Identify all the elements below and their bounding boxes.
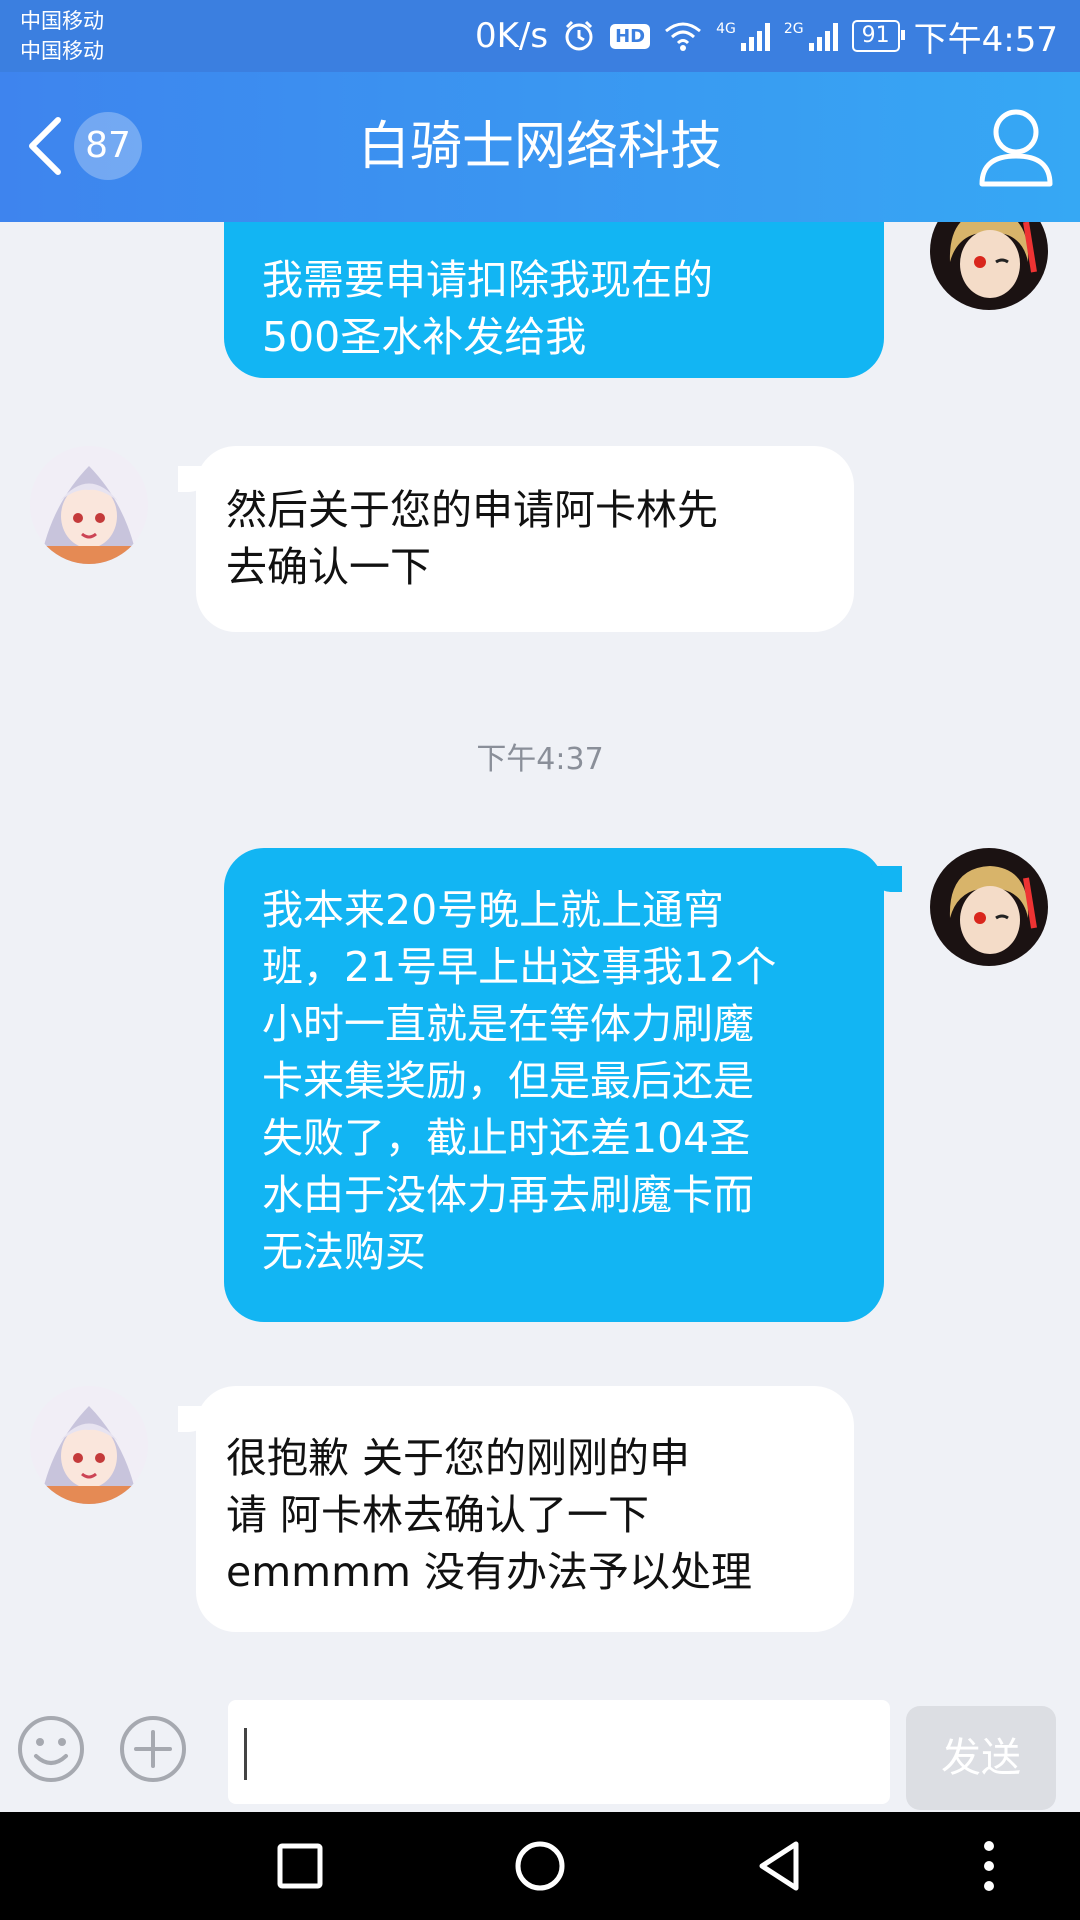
status-bar: 中国移动 中国移动 0K/s HD 4G 2G 91 下午4:57: [0, 0, 1080, 72]
clock: 下午4:57: [913, 19, 1058, 60]
message-line: 卡来集奖励，但是最后还是: [262, 1057, 754, 1105]
net-4g-label: 4G: [716, 21, 736, 37]
alarm-icon: [565, 20, 593, 51]
message-line: 班，21号早上出这事我12个: [262, 943, 777, 991]
signal-4g-icon: 4G: [716, 21, 770, 51]
self-avatar[interactable]: [930, 222, 1048, 310]
status-indicators: 0K/s HD 4G 2G 91 下午4:57: [475, 0, 1058, 72]
page-title: 白骑士网络科技: [357, 117, 722, 177]
message-line: emmmm 没有办法予以处理: [226, 1548, 753, 1596]
message-line: 失败了，截止时还差104圣: [262, 1114, 751, 1162]
system-nav-bar: [0, 1812, 1080, 1920]
message-line: 水由于没体力再去刷魔卡而: [262, 1171, 754, 1219]
self-avatar[interactable]: [930, 848, 1048, 966]
net-2g-label: 2G: [783, 21, 804, 37]
message-list: 我需要申请扣除我现在的 500圣水补发给我 然后关于您的申请阿卡林先 去确认一下: [0, 222, 1080, 1692]
smiley-icon[interactable]: [16, 1714, 86, 1784]
carrier-info: 中国移动 中国移动: [20, 6, 104, 66]
message-line: 去确认一下: [226, 543, 431, 591]
contact-avatar-image: [30, 446, 148, 564]
outgoing-message-bubble[interactable]: 我需要申请扣除我现在的 500圣水补发给我: [224, 222, 884, 378]
self-avatar-image: [930, 848, 1048, 966]
message-line: 我需要申请扣除我现在的: [262, 256, 713, 304]
incoming-message-bubble[interactable]: 然后关于您的申请阿卡林先 去确认一下: [196, 446, 854, 632]
net-speed: 0K/s: [474, 16, 549, 56]
square-icon[interactable]: [272, 1838, 328, 1894]
outgoing-message-bubble[interactable]: 我本来20号晚上就上通宵 班，21号早上出这事我12个 小时一直就是在等体力刷魔…: [224, 848, 884, 1322]
message-line: 小时一直就是在等体力刷魔: [262, 1000, 754, 1048]
contact-avatar[interactable]: [30, 446, 148, 564]
incoming-message-bubble[interactable]: 很抱歉 关于您的刚刚的申 请 阿卡林去确认了一下 emmmm 没有办法予以处理: [196, 1386, 854, 1632]
plus-circle-icon[interactable]: [118, 1714, 188, 1784]
message-line: 然后关于您的申请阿卡林先: [226, 486, 718, 534]
message-input[interactable]: [228, 1700, 890, 1804]
chat-header: 87 白骑士网络科技: [0, 72, 1080, 222]
contact-avatar-image: [30, 1386, 148, 1504]
timestamp: 下午4:37: [476, 742, 604, 777]
battery-icon: 91: [851, 20, 905, 52]
message-line: 请 阿卡林去确认了一下: [226, 1491, 650, 1539]
message-line: 500圣水补发给我: [262, 313, 587, 361]
message-line: 无法购买: [262, 1228, 426, 1276]
person-icon[interactable]: [978, 106, 1054, 188]
message-line: 很抱歉 关于您的刚刚的申: [226, 1434, 691, 1482]
circle-icon[interactable]: [512, 1838, 568, 1894]
contact-avatar[interactable]: [30, 1386, 148, 1504]
more-vertical-icon[interactable]: [974, 1838, 1004, 1894]
carrier-1: 中国移动: [20, 9, 104, 33]
wifi-icon: [665, 22, 702, 51]
message-line: 我本来20号晚上就上通宵: [262, 886, 725, 934]
send-button[interactable]: 发送: [906, 1706, 1056, 1810]
text-cursor: [244, 1728, 247, 1780]
signal-2g-icon: 2G: [784, 21, 838, 51]
input-bar: 发送: [0, 1692, 1080, 1812]
hd-badge: HD: [610, 23, 651, 49]
self-avatar-image: [930, 222, 1048, 310]
carrier-2: 中国移动: [20, 39, 104, 63]
triangle-back-icon[interactable]: [752, 1838, 808, 1894]
